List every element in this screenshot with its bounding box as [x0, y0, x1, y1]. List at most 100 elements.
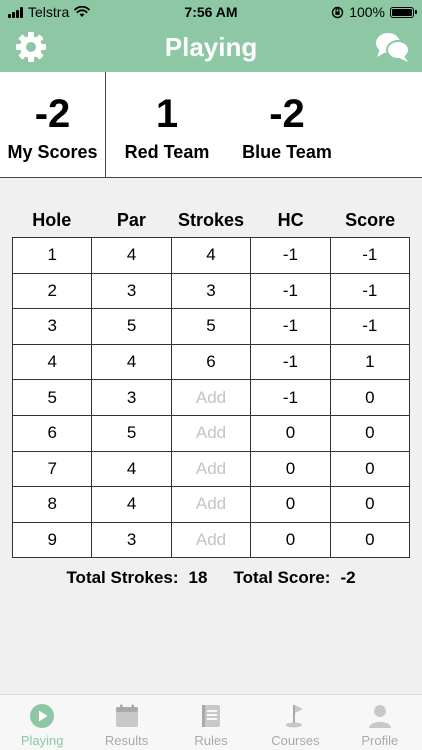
- score-cell: -1: [330, 309, 411, 345]
- blue-team-score-value: -2: [269, 92, 305, 136]
- tab-courses[interactable]: Courses: [253, 695, 337, 750]
- par-cell: 3: [92, 273, 172, 310]
- par-cell: 4: [92, 344, 172, 381]
- column-header-score: Score: [345, 210, 396, 230]
- total-strokes: Total Strokes: 18: [66, 568, 207, 588]
- hc-cell: -1: [251, 309, 331, 345]
- table-row: 4 4 6 -1 1: [13, 344, 411, 381]
- hc-cell: -1: [251, 238, 331, 274]
- hc-cell: 0: [251, 522, 331, 559]
- score-cell: 0: [330, 380, 411, 416]
- par-cell: 5: [92, 309, 172, 345]
- tab-label: Profile: [361, 733, 399, 748]
- tab-profile[interactable]: Profile: [338, 695, 422, 750]
- strokes-cell[interactable]: 5: [171, 309, 252, 345]
- my-score: -2 My Scores: [0, 72, 106, 178]
- par-cell: 4: [92, 451, 172, 488]
- status-right: 100%: [331, 4, 417, 20]
- scorecard-header: Hole Par Strokes HC Score: [12, 210, 410, 231]
- column-header-strokes: Strokes: [177, 210, 244, 230]
- hc-cell: 0: [251, 487, 331, 523]
- score-cell: 1: [330, 344, 411, 381]
- par-cell: 3: [92, 380, 172, 416]
- tab-bar: Playing Results Rules Courses Profile: [0, 694, 422, 750]
- hole-cell: 6: [13, 415, 93, 452]
- hc-cell: 0: [251, 451, 331, 488]
- hole-cell: 5: [13, 380, 93, 416]
- tab-label: Results: [104, 733, 149, 748]
- table-row: 1 4 4 -1 -1: [13, 238, 411, 274]
- par-cell: 4: [92, 487, 172, 523]
- table-row: 7 4 Add 0 0: [13, 451, 411, 488]
- blue-team-score: -2 Blue Team: [232, 72, 342, 163]
- total-strokes-value: 18: [188, 568, 208, 587]
- totals: Total Strokes: 18 Total Score: -2: [0, 568, 422, 588]
- book-icon: [202, 705, 221, 727]
- column-header-hc: HC: [277, 210, 304, 230]
- hc-cell: -1: [251, 273, 331, 310]
- strokes-add-input[interactable]: Add: [171, 451, 252, 488]
- nav-bar: Playing: [0, 24, 422, 72]
- red-team-label: Red Team: [124, 142, 210, 162]
- orientation-lock-icon: [331, 6, 344, 18]
- hc-cell: -1: [251, 380, 331, 416]
- hole-cell: 7: [13, 451, 93, 488]
- tab-rules[interactable]: Rules: [169, 695, 253, 750]
- table-row: 3 5 5 -1 -1: [13, 309, 411, 345]
- tab-label: Rules: [194, 733, 228, 748]
- battery-icon: [390, 6, 417, 18]
- strokes-add-input[interactable]: Add: [171, 380, 252, 416]
- hc-cell: -1: [251, 344, 331, 381]
- table-row: 2 3 3 -1 -1: [13, 273, 411, 310]
- page-title: Playing: [164, 32, 258, 62]
- tab-label: Courses: [271, 733, 320, 748]
- golf-flag-icon: [286, 705, 304, 728]
- strokes-cell[interactable]: 3: [171, 273, 252, 310]
- my-score-label: My Scores: [7, 142, 98, 162]
- strokes-add-input[interactable]: Add: [171, 522, 252, 559]
- hole-cell: 9: [13, 522, 93, 559]
- hole-cell: 4: [13, 344, 93, 381]
- column-header-hole: Hole: [32, 210, 72, 230]
- table-row: 6 5 Add 0 0: [13, 415, 411, 452]
- total-strokes-label: Total Strokes:: [66, 568, 179, 587]
- tab-label: Playing: [20, 733, 64, 748]
- score-cell: 0: [330, 451, 411, 488]
- column-header-par: Par: [116, 210, 146, 230]
- tab-playing[interactable]: Playing: [0, 695, 84, 750]
- score-cell: 0: [330, 522, 411, 559]
- strokes-add-input[interactable]: Add: [171, 415, 252, 452]
- tab-results[interactable]: Results: [84, 695, 168, 750]
- my-score-value: -2: [34, 92, 71, 136]
- strokes-cell[interactable]: 6: [171, 344, 252, 381]
- hc-cell: 0: [251, 415, 331, 452]
- score-cell: 0: [330, 487, 411, 523]
- status-bar: Telstra 7:56 AM 100%: [0, 0, 422, 24]
- total-score-value: -2: [340, 568, 356, 587]
- hole-cell: 2: [13, 273, 93, 310]
- total-score: Total Score: -2: [233, 568, 355, 588]
- battery-label: 100%: [349, 4, 385, 20]
- score-cell: -1: [330, 238, 411, 274]
- par-cell: 5: [92, 415, 172, 452]
- score-summary: -2 My Scores 1 Red Team -2 Blue Team: [0, 72, 422, 178]
- scorecard-table: 1 4 4 -1 -1 2 3 3 -1 -1 3 5 5 -1 -1 4 4 …: [12, 237, 411, 559]
- par-cell: 4: [92, 238, 172, 274]
- table-row: 8 4 Add 0 0: [13, 487, 411, 523]
- red-team-score: 1 Red Team: [108, 72, 226, 163]
- chat-icon[interactable]: [374, 30, 410, 64]
- table-row: 5 3 Add -1 0: [13, 380, 411, 416]
- person-icon: [368, 705, 391, 728]
- score-cell: -1: [330, 273, 411, 310]
- score-cell: 0: [330, 415, 411, 452]
- total-score-label: Total Score:: [233, 568, 331, 587]
- blue-team-label: Blue Team: [242, 142, 332, 162]
- hole-cell: 8: [13, 487, 93, 523]
- red-team-score-value: 1: [155, 92, 179, 136]
- strokes-add-input[interactable]: Add: [171, 487, 252, 523]
- hole-cell: 3: [13, 309, 93, 345]
- strokes-cell[interactable]: 4: [171, 238, 252, 274]
- table-row: 9 3 Add 0 0: [13, 522, 411, 559]
- calendar-icon: [115, 704, 138, 727]
- par-cell: 3: [92, 522, 172, 559]
